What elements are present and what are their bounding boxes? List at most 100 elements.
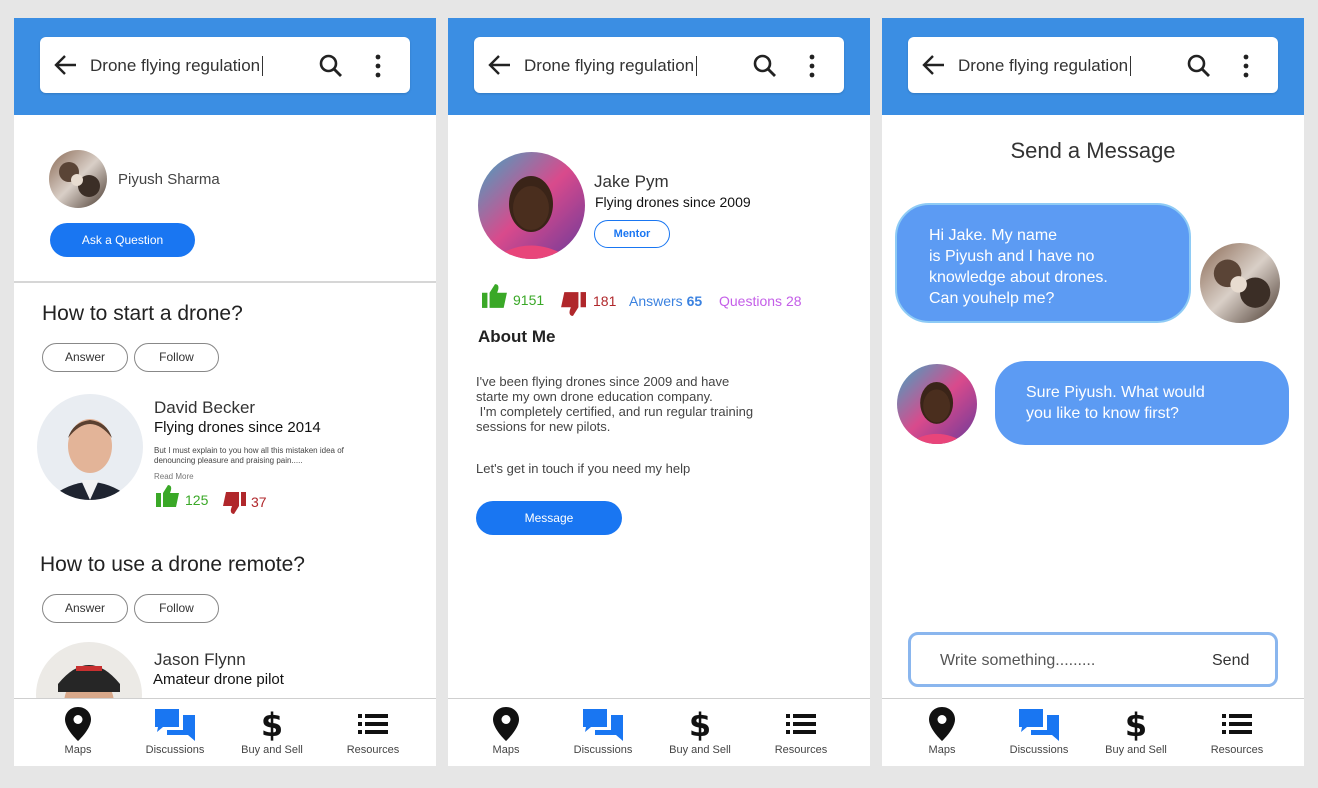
answers-stat[interactable]: Answers 65 — [629, 293, 702, 309]
recipient-avatar[interactable] — [897, 364, 977, 444]
likes-count: 125 — [185, 492, 209, 508]
list-icon — [358, 714, 388, 734]
nav-maps[interactable]: Maps — [33, 707, 123, 756]
search-input[interactable]: Drone flying regulation — [958, 56, 1132, 76]
profile-avatar[interactable] — [478, 152, 585, 259]
back-arrow-icon[interactable] — [52, 53, 78, 77]
answer-snippet: But I must explain to you how all this m… — [154, 446, 344, 465]
about-title: About Me — [478, 327, 556, 346]
questions-screen: Drone flying regulation Piyush Sharma As… — [14, 18, 436, 766]
answerer-name: David Becker — [154, 398, 256, 417]
nav-label: Resources — [774, 744, 828, 756]
question-title[interactable]: How to start a drone? — [42, 302, 243, 326]
about-text: I've been flying drones since 2009 and h… — [476, 374, 754, 434]
answer-button[interactable]: Answer — [42, 343, 128, 372]
nav-maps[interactable]: Maps — [461, 707, 551, 756]
map-pin-icon — [929, 707, 955, 741]
app-header: Drone flying regulation — [14, 18, 436, 115]
message-button[interactable]: Message — [476, 501, 622, 535]
follow-button[interactable]: Follow — [134, 343, 219, 372]
chat-bubbles-icon — [583, 709, 623, 741]
nav-buy-sell[interactable]: $ Buy and Sell — [227, 707, 317, 756]
nav-label: Discussions — [1009, 744, 1069, 756]
nav-discussions[interactable]: Discussions — [558, 707, 648, 756]
question-title[interactable]: How to use a drone remote? — [40, 553, 305, 577]
questions-stat[interactable]: Questions 28 — [719, 293, 802, 309]
sent-message-bubble: Hi Jake. My name is Piyush and I have no k… — [895, 203, 1191, 323]
page-title: Send a Message — [1010, 138, 1176, 163]
search-icon[interactable] — [318, 53, 344, 79]
list-icon — [1222, 714, 1252, 734]
bottom-nav: Maps Discussions $ Buy and Sell Resource… — [882, 698, 1304, 766]
nav-label: Maps — [64, 744, 92, 756]
profile-name: Jake Pym — [594, 172, 669, 191]
app-header: Drone flying regulation — [448, 18, 870, 115]
dislikes-count: 37 — [251, 494, 267, 510]
read-more-link[interactable]: Read More — [154, 472, 194, 481]
sender-avatar[interactable] — [1200, 243, 1280, 323]
ask-question-button[interactable]: Ask a Question — [50, 223, 195, 257]
message-input[interactable]: Write something......... Send — [908, 632, 1278, 687]
more-vertical-icon[interactable] — [368, 53, 388, 79]
search-icon[interactable] — [1186, 53, 1212, 79]
nav-label: Buy and Sell — [1105, 744, 1167, 756]
more-vertical-icon[interactable] — [802, 53, 822, 79]
search-input[interactable]: Drone flying regulation — [524, 56, 698, 76]
bottom-nav: Maps Discussions $ Buy and Sell Resource… — [14, 698, 436, 766]
back-arrow-icon[interactable] — [920, 53, 946, 77]
nav-label: Discussions — [573, 744, 633, 756]
user-avatar[interactable] — [49, 150, 107, 208]
nav-label: Maps — [928, 744, 956, 756]
chat-bubbles-icon — [155, 709, 195, 741]
bottom-nav: Maps Discussions $ Buy and Sell Resource… — [448, 698, 870, 766]
nav-resources[interactable]: Resources — [756, 707, 846, 756]
nav-resources[interactable]: Resources — [328, 707, 418, 756]
back-arrow-icon[interactable] — [486, 53, 512, 77]
nav-label: Resources — [346, 744, 400, 756]
thumbs-up-icon[interactable] — [482, 284, 508, 308]
received-message-bubble: Sure Piyush. What would you like to know … — [995, 361, 1289, 445]
about-cta: Let's get in touch if you need my help — [476, 461, 691, 476]
profile-subtitle: Flying drones since 2009 — [595, 194, 751, 210]
dollar-icon: $ — [689, 707, 711, 741]
map-pin-icon — [493, 707, 519, 741]
search-input[interactable]: Drone flying regulation — [90, 56, 264, 76]
thumbs-up-icon[interactable] — [156, 485, 180, 507]
svg-text:$: $ — [1125, 707, 1147, 741]
answer-button[interactable]: Answer — [42, 594, 128, 623]
thumbs-down-icon[interactable] — [222, 492, 246, 514]
mentor-badge: Mentor — [594, 220, 670, 248]
answerer-avatar[interactable] — [37, 394, 143, 500]
search-bar[interactable]: Drone flying regulation — [908, 37, 1278, 93]
follow-button[interactable]: Follow — [134, 594, 219, 623]
more-vertical-icon[interactable] — [1236, 53, 1256, 79]
profile-screen: Drone flying regulation Jake Pym Flying … — [448, 18, 870, 766]
nav-label: Buy and Sell — [669, 744, 731, 756]
message-screen: Drone flying regulation Send a Message H… — [882, 18, 1304, 766]
nav-maps[interactable]: Maps — [897, 707, 987, 756]
nav-buy-sell[interactable]: $ Buy and Sell — [1091, 707, 1181, 756]
dislikes-count: 181 — [593, 293, 617, 309]
nav-label: Discussions — [145, 744, 205, 756]
section-divider — [14, 281, 436, 283]
user-name: Piyush Sharma — [118, 171, 220, 188]
nav-resources[interactable]: Resources — [1192, 707, 1282, 756]
nav-discussions[interactable]: Discussions — [130, 707, 220, 756]
send-button[interactable]: Send — [1212, 652, 1249, 670]
svg-text:$: $ — [261, 707, 283, 741]
answerer-subtitle: Flying drones since 2014 — [154, 419, 321, 436]
nav-buy-sell[interactable]: $ Buy and Sell — [655, 707, 745, 756]
nav-label: Buy and Sell — [241, 744, 303, 756]
answerer-name: Jason Flynn — [154, 650, 246, 669]
search-icon[interactable] — [752, 53, 778, 79]
search-bar[interactable]: Drone flying regulation — [474, 37, 844, 93]
map-pin-icon — [65, 707, 91, 741]
nav-label: Resources — [1210, 744, 1264, 756]
nav-discussions[interactable]: Discussions — [994, 707, 1084, 756]
list-icon — [786, 714, 816, 734]
svg-text:$: $ — [689, 707, 711, 741]
message-input-placeholder[interactable]: Write something......... — [940, 652, 1095, 670]
dollar-icon: $ — [1125, 707, 1147, 741]
search-bar[interactable]: Drone flying regulation — [40, 37, 410, 93]
thumbs-down-icon[interactable] — [560, 292, 586, 316]
